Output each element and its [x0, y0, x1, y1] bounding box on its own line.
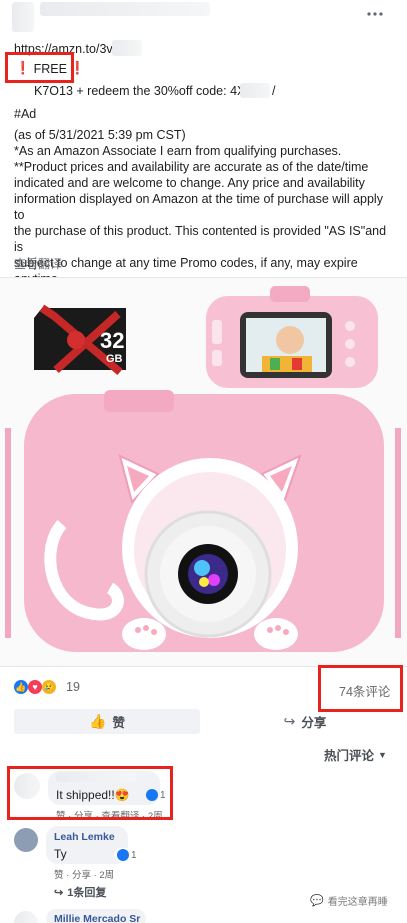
comment-count-link[interactable]: 74条评论	[339, 681, 390, 700]
disclaimer-line: subject to change at any time Promo code…	[14, 256, 358, 270]
view-replies-link[interactable]: ↪ 1条回复	[54, 884, 106, 900]
commenter-avatar[interactable]	[14, 828, 38, 852]
more-options-button[interactable]	[366, 9, 384, 19]
disclaimer-line: (as of 5/31/2021 5:39 pm CST)	[14, 128, 186, 142]
reaction-count: 19	[66, 680, 80, 694]
camera-front-image	[5, 390, 401, 652]
sad-reaction-icon: 😢	[42, 680, 56, 694]
share-arrow-icon: ↪	[283, 713, 296, 729]
thumbs-up-icon: 👍	[89, 713, 107, 729]
reactions-summary[interactable]: 👍 ♥ 😢 19	[14, 680, 80, 694]
exclamation-icon: ❗	[69, 61, 86, 75]
camera-back-image	[206, 286, 378, 388]
hashtag-link[interactable]: #Ad	[14, 106, 36, 122]
comment-meta[interactable]: 赞 · 分享 · 2周	[54, 867, 114, 881]
promo-code-line: K7O13 + redeem the 30%off code: 4XQ	[34, 84, 256, 98]
code-suffix: /	[272, 84, 276, 98]
exclamation-icon: ❗	[15, 61, 31, 75]
reply-arrow-icon: ↪	[54, 886, 64, 899]
like-button[interactable]: 👍 赞	[14, 709, 200, 734]
disclaimer-block: (as of 5/31/2021 5:39 pm CST) *As an Ama…	[14, 127, 394, 287]
comment-reaction-badge[interactable]: 1	[114, 848, 140, 862]
love-reaction-icon: ♥	[28, 680, 42, 694]
free-tag: ❗ FREE ❗	[15, 61, 86, 76]
comment-text: Ty	[54, 847, 67, 861]
more-dots-icon	[367, 12, 383, 16]
code-redacted	[240, 83, 270, 98]
sd-card-capacity: 32	[100, 328, 124, 353]
author-avatar[interactable]	[12, 2, 34, 32]
disclaimer-line: the purchase of this product. This conte…	[14, 224, 387, 254]
disclaimer-line: *As an Amazon Associate I earn from qual…	[14, 144, 342, 158]
commenter-name[interactable]: Leah Lemke	[54, 831, 115, 843]
commenter-avatar[interactable]	[14, 911, 38, 923]
see-translation-link[interactable]: 查看翻译	[14, 255, 62, 272]
sd-card-unit: GB	[106, 353, 123, 365]
post-image[interactable]: 32 GB	[0, 277, 407, 667]
link-redacted	[112, 40, 142, 56]
share-button[interactable]: ↪ 分享	[212, 709, 398, 734]
comment-highlight-box	[7, 766, 173, 820]
watermark: 💬 看完这章再睡	[310, 895, 388, 908]
like-reaction-icon: 👍	[14, 680, 28, 694]
disclaimer-line: information displayed on Amazon at the t…	[14, 192, 383, 222]
wechat-icon: 💬	[310, 895, 324, 907]
chevron-down-icon: ▼	[378, 749, 387, 760]
author-name-redacted[interactable]	[40, 2, 210, 16]
sd-card-image: 32 GB	[34, 304, 126, 376]
commenter-name[interactable]: Millie Mercado Sr	[54, 913, 140, 923]
disclaimer-line: indicated and are welcome to change. Any…	[14, 176, 365, 190]
disclaimer-line: **Product prices and availability are ac…	[14, 160, 369, 174]
like-reaction-icon	[117, 849, 129, 861]
comment-sort-dropdown[interactable]: 热门评论 ▼	[324, 745, 387, 764]
